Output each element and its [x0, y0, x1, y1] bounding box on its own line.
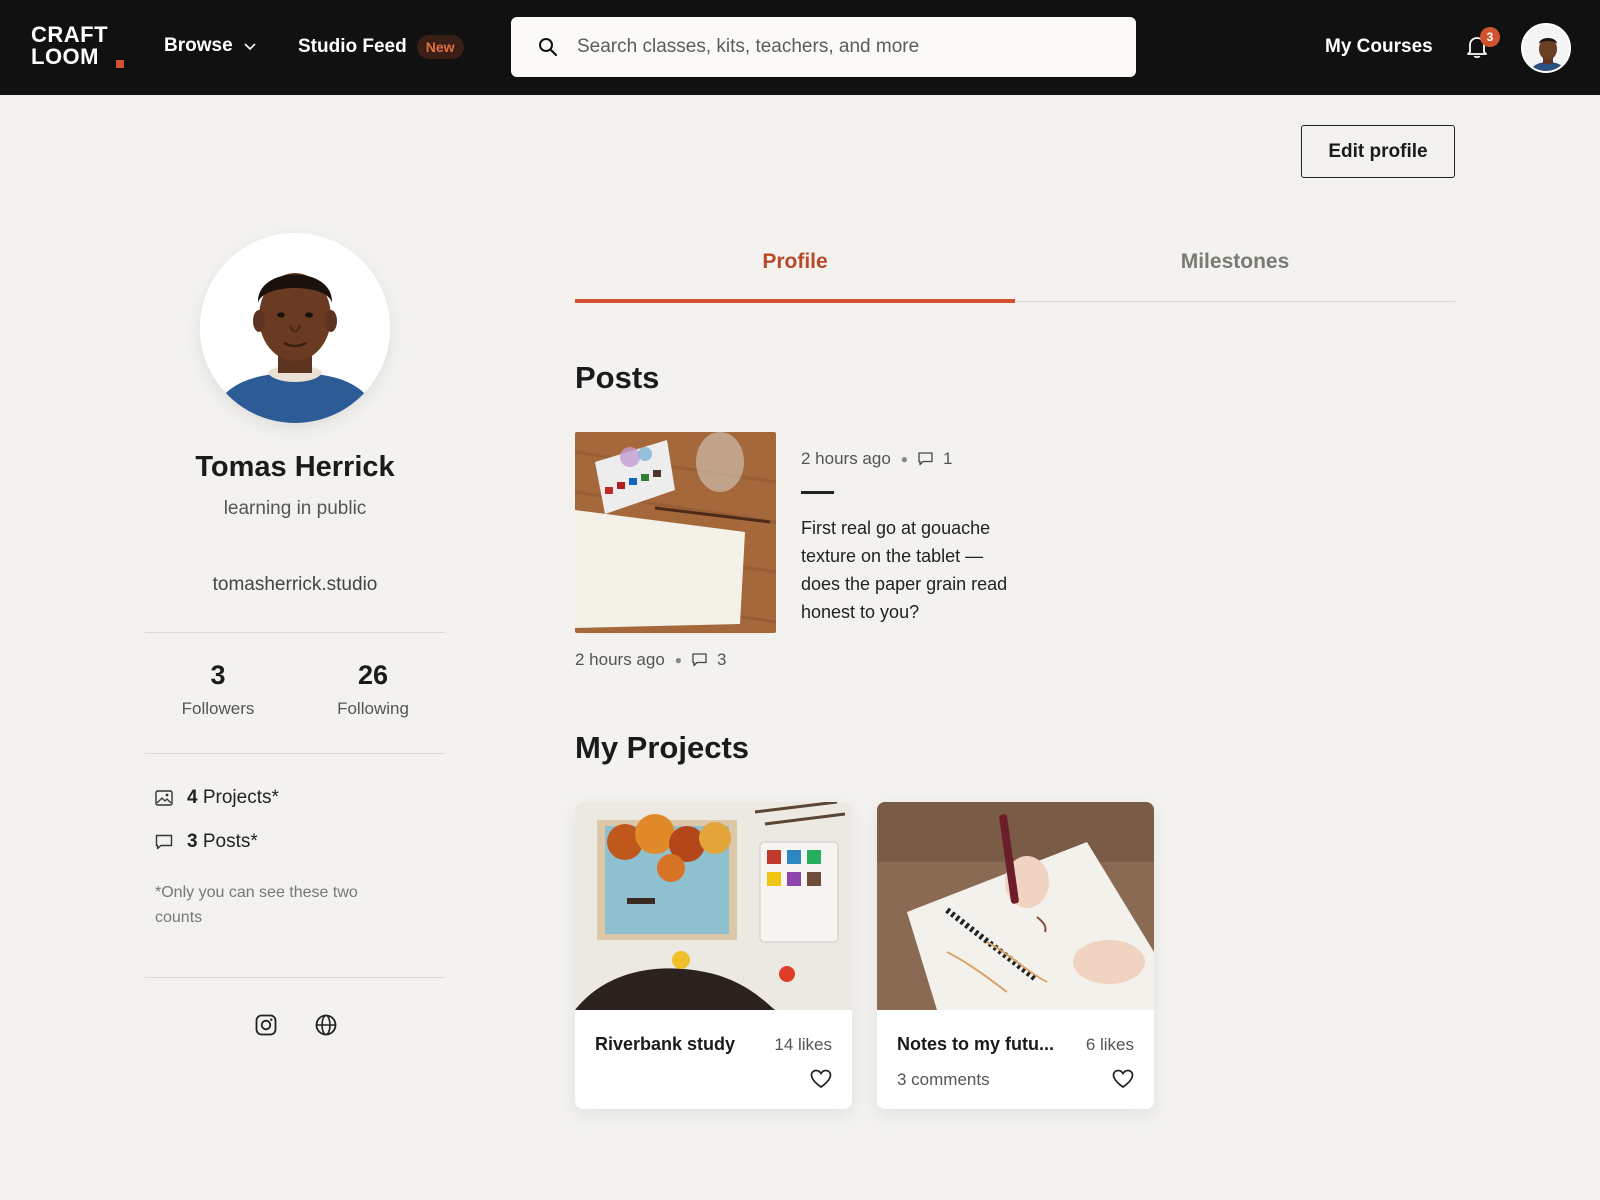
- notification-count-badge: 3: [1480, 27, 1500, 47]
- posts-section-title: Posts: [575, 360, 660, 395]
- browse-menu[interactable]: Browse: [164, 35, 257, 57]
- post-divider-dash: [801, 491, 834, 494]
- avatar-portrait-image: [1523, 25, 1569, 71]
- profile-website-link[interactable]: tomasherrick.studio: [145, 574, 445, 596]
- separator-dot: ●: [900, 452, 909, 466]
- new-badge: New: [416, 35, 464, 59]
- watercolor-kit-image: [575, 432, 776, 633]
- post-thumbnail[interactable]: [575, 432, 776, 633]
- project-comments: 3 comments: [897, 1070, 990, 1089]
- project-likes: 14 likes: [774, 1035, 832, 1054]
- browse-label: Browse: [164, 35, 233, 56]
- post-thumbnail-comment-count: 3: [717, 650, 727, 669]
- separator-dot: ●: [674, 653, 683, 667]
- edit-profile-button[interactable]: Edit profile: [1301, 125, 1455, 178]
- post-body-text[interactable]: First real go at gouache texture on the …: [801, 514, 1011, 626]
- following-stat[interactable]: 26 Following: [303, 660, 443, 719]
- post-time: 2 hours ago: [801, 449, 891, 468]
- projects-count: 4: [187, 787, 198, 808]
- comment-icon: [692, 653, 707, 667]
- heart-icon[interactable]: [1112, 1069, 1134, 1089]
- divider: [145, 977, 445, 978]
- counts-visibility-note: *Only you can see these two counts: [155, 884, 358, 926]
- followers-stat[interactable]: 3 Followers: [148, 660, 288, 719]
- posts-count-label: Posts*: [202, 831, 258, 852]
- craftloom-logo[interactable]: CRAFT LOOM: [31, 22, 124, 69]
- profile-tagline: learning in public: [223, 498, 367, 519]
- profile-portrait-image: [200, 233, 390, 423]
- search-bar: [511, 17, 1136, 77]
- profile-name: Tomas Herrick: [195, 451, 395, 483]
- post-thumbnail-time: 2 hours ago: [575, 650, 665, 669]
- logo-line-2: LOOM: [31, 44, 99, 69]
- project-card[interactable]: Riverbank study 14 likes: [575, 802, 852, 1109]
- project-likes: 6 likes: [1085, 1035, 1134, 1054]
- profile-tabs: Profile Milestones: [575, 240, 1455, 303]
- post-thumbnail-meta: 2 hours ago ● 3: [575, 650, 727, 670]
- project-image: [877, 802, 1154, 1010]
- following-label: Following: [337, 699, 409, 718]
- chevron-down-icon: [244, 43, 256, 51]
- studio-feed-link[interactable]: Studio Feed New: [298, 35, 464, 59]
- posts-count: 3: [187, 831, 198, 852]
- project-title: Riverbank study: [595, 1034, 736, 1054]
- image-icon: [155, 790, 173, 806]
- divider: [145, 753, 445, 754]
- post-meta: 2 hours ago ● 1: [801, 449, 953, 469]
- search-input[interactable]: [577, 36, 1117, 58]
- tab-profile[interactable]: Profile: [575, 240, 1015, 303]
- project-image: [575, 802, 852, 1010]
- comment-icon[interactable]: [918, 452, 933, 466]
- globe-icon[interactable]: [314, 1013, 338, 1037]
- sketchbook-writing-image: [877, 802, 1154, 1010]
- project-title: Notes to my futu...: [897, 1034, 1054, 1054]
- my-courses-link[interactable]: My Courses: [1325, 36, 1433, 58]
- autumn-painting-image: [575, 802, 852, 1010]
- profile-avatar: [200, 233, 390, 423]
- projects-count-row: 4 Projects*: [155, 787, 279, 809]
- divider: [145, 632, 445, 633]
- projects-section-title: My Projects: [575, 730, 750, 765]
- following-count: 26: [357, 660, 389, 690]
- top-navigation-bar: CRAFT LOOM Browse Studio Feed New My Cou…: [0, 0, 1600, 95]
- followers-label: Followers: [181, 699, 255, 718]
- logo-line-1: CRAFT: [31, 22, 109, 47]
- heart-icon[interactable]: [810, 1069, 832, 1089]
- project-card[interactable]: Notes to my futu... 6 likes 3 comments: [877, 802, 1154, 1109]
- user-avatar[interactable]: [1521, 23, 1571, 73]
- comment-icon: [155, 834, 173, 850]
- projects-count-label: Projects*: [202, 787, 279, 808]
- instagram-icon[interactable]: [254, 1013, 278, 1037]
- search-icon: [539, 38, 558, 57]
- post-comment-count: 1: [943, 449, 953, 468]
- followers-count: 3: [210, 660, 226, 690]
- logo-accent-square: [116, 60, 124, 68]
- studio-feed-label: Studio Feed: [298, 36, 407, 57]
- posts-count-row: 3 Posts*: [155, 831, 258, 853]
- tab-milestones[interactable]: Milestones: [1015, 240, 1455, 301]
